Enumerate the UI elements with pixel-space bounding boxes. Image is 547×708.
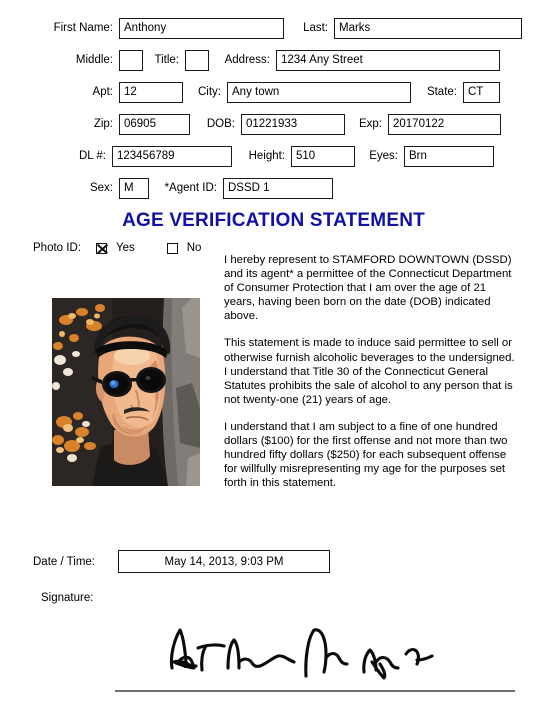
photo-id-yes-label: Yes bbox=[115, 242, 135, 254]
height-input[interactable]: 510 bbox=[291, 146, 355, 167]
address-label: Address: bbox=[224, 54, 270, 66]
photo-id-no-checkbox[interactable] bbox=[166, 242, 178, 254]
sex-input[interactable]: M bbox=[119, 178, 149, 199]
sex-row: Sex: M *Agent ID: DSSD 1 bbox=[0, 177, 547, 200]
signature-label: Signature: bbox=[41, 592, 94, 604]
apt-input[interactable]: 12 bbox=[119, 82, 183, 103]
agent-id-label: *Agent ID: bbox=[164, 182, 217, 194]
last-name-label: Last: bbox=[303, 22, 328, 34]
statement-paragraph-1: I hereby represent to STAMFORD DOWNTOWN … bbox=[224, 254, 512, 323]
first-name-input[interactable]: Anthony bbox=[119, 18, 284, 39]
page-title: AGE VERIFICATION STATEMENT bbox=[122, 210, 425, 231]
date-time-input[interactable]: May 14, 2013, 9:03 PM bbox=[118, 550, 330, 573]
city-input[interactable]: Any town bbox=[227, 82, 411, 103]
height-label: Height: bbox=[248, 150, 285, 162]
date-time-row: Date / Time: May 14, 2013, 9:03 PM bbox=[33, 550, 330, 573]
apt-label: Apt: bbox=[92, 86, 113, 98]
sex-label: Sex: bbox=[89, 182, 113, 194]
dl-number-input[interactable]: 123456789 bbox=[112, 146, 232, 167]
dob-label: DOB: bbox=[206, 118, 235, 130]
zip-input[interactable]: 06905 bbox=[119, 114, 190, 135]
exp-input[interactable]: 20170122 bbox=[388, 114, 501, 135]
photo-id-yes-checkbox[interactable] bbox=[95, 242, 107, 254]
statement-paragraph-2: This statement is made to induce said pe… bbox=[224, 337, 515, 406]
eyes-input[interactable]: Brn bbox=[404, 146, 494, 167]
title-label: Title: bbox=[154, 54, 180, 66]
signature-ink[interactable] bbox=[150, 618, 510, 690]
photo-id-no-label: No bbox=[186, 242, 202, 254]
address-input[interactable]: 1234 Any Street bbox=[276, 50, 500, 71]
photo-id-label: Photo ID: bbox=[33, 242, 81, 254]
statement-text: I hereby represent to STAMFORD DOWNTOWN … bbox=[224, 253, 519, 490]
last-name-input[interactable]: Marks bbox=[334, 18, 522, 39]
middle-name-label: Middle: bbox=[75, 54, 113, 66]
zip-row: Zip: 06905 DOB: 01221933 Exp: 20170122 bbox=[0, 113, 547, 136]
agent-id-input[interactable]: DSSD 1 bbox=[223, 178, 333, 199]
exp-label: Exp: bbox=[358, 118, 382, 130]
dob-input[interactable]: 01221933 bbox=[241, 114, 345, 135]
middle-name-input[interactable] bbox=[119, 50, 143, 71]
id-fields-form: First Name: Anthony Last: Marks Middle: … bbox=[0, 0, 547, 209]
dl-row: DL #: 123456789 Height: 510 Eyes: Brn bbox=[0, 145, 547, 168]
city-label: City: bbox=[198, 86, 221, 98]
middle-row: Middle: Title: Address: 1234 Any Street bbox=[0, 49, 547, 72]
state-input[interactable]: CT bbox=[463, 82, 500, 103]
first-name-label: First Name: bbox=[53, 22, 113, 34]
person-photo bbox=[52, 298, 200, 486]
signature-line bbox=[115, 690, 515, 692]
apt-row: Apt: 12 City: Any town State: CT bbox=[0, 81, 547, 104]
name-row: First Name: Anthony Last: Marks bbox=[0, 17, 547, 40]
zip-label: Zip: bbox=[93, 118, 113, 130]
photo-id-row: Photo ID: Yes No bbox=[33, 242, 201, 254]
dl-number-label: DL #: bbox=[78, 150, 106, 162]
title-input[interactable] bbox=[185, 50, 209, 71]
statement-paragraph-3: I understand that I am subject to a fine… bbox=[224, 420, 508, 490]
state-label: State: bbox=[426, 86, 457, 98]
eyes-label: Eyes: bbox=[369, 150, 398, 162]
date-time-label: Date / Time: bbox=[33, 555, 95, 568]
